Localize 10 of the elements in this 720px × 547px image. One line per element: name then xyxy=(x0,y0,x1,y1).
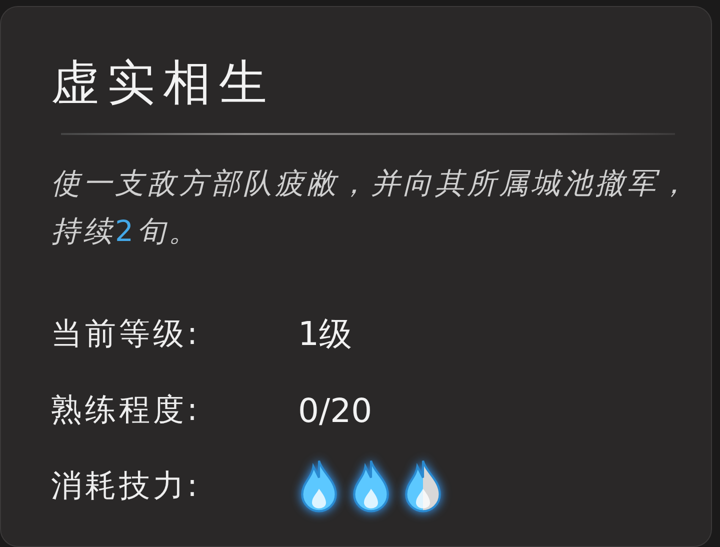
skill-title: 虚实相生 xyxy=(51,54,275,113)
flame-icon xyxy=(350,458,392,514)
flame-icon xyxy=(402,458,444,514)
stat-value: 1级 xyxy=(298,312,352,354)
stat-label: 当前等级: xyxy=(51,315,202,354)
stat-value: 0/20 xyxy=(298,390,372,430)
stat-label: 消耗技力: xyxy=(51,467,202,506)
flame-icon xyxy=(298,458,340,514)
stat-label: 熟练程度: xyxy=(51,391,202,430)
skill-description: 使一支敌方部队疲敝，并向其所属城池撤军，持续2 旬。 xyxy=(51,165,691,250)
